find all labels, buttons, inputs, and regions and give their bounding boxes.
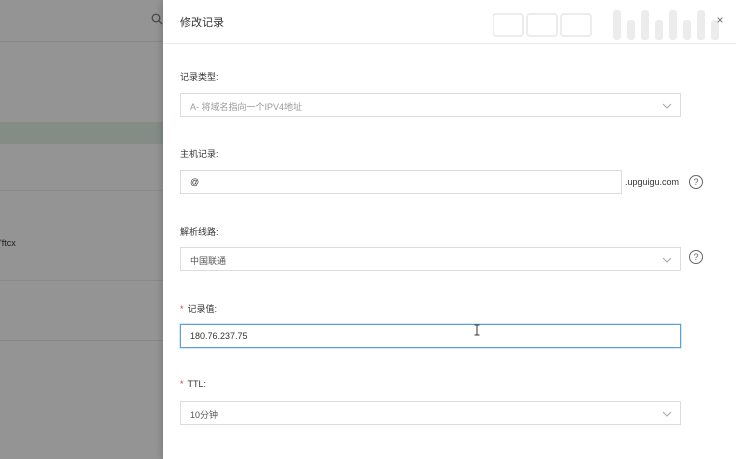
host-record-label: 主机记录:: [180, 149, 219, 159]
text-cursor-icon: [474, 324, 480, 336]
record-value-label-text: 记录值:: [187, 304, 218, 314]
ttl-select[interactable]: 10分钟: [180, 401, 681, 425]
host-help-icon[interactable]: ?: [689, 175, 703, 189]
edit-record-drawer: 修改记录 × 记录类型: A- 将域名指向一个IPV4地址 主机记录: @ .u…: [163, 0, 736, 459]
domain-suffix: .upguigu.com: [625, 177, 680, 187]
ttl-label-text: TTL:: [187, 379, 207, 389]
ttl-value: 10分钟: [190, 410, 219, 420]
close-button[interactable]: ×: [712, 12, 728, 28]
line-value: 中国联通: [190, 256, 227, 266]
host-record-input[interactable]: [180, 170, 622, 194]
record-type-select[interactable]: A- 将域名指向一个IPV4地址: [180, 93, 681, 117]
chevron-down-icon: [662, 411, 672, 417]
ttl-label: * TTL:: [180, 379, 206, 389]
drawer-title: 修改记录: [180, 17, 224, 29]
record-value-input[interactable]: [180, 324, 681, 348]
bilibili-watermark-logo: [493, 10, 719, 40]
record-value-label: * 记录值:: [180, 302, 217, 315]
chevron-down-icon: [662, 103, 672, 109]
drawer-header: 修改记录 ×: [163, 0, 736, 44]
line-label: 解析线路:: [180, 227, 219, 237]
record-type-value: A- 将域名指向一个IPV4地址: [190, 102, 303, 112]
line-select[interactable]: 中国联通: [180, 247, 681, 271]
required-mark: *: [180, 379, 184, 389]
modal-overlay[interactable]: [0, 0, 163, 459]
record-type-label: 记录类型:: [180, 72, 219, 82]
chevron-down-icon: [662, 257, 672, 263]
required-mark: *: [180, 304, 184, 314]
line-help-icon[interactable]: ?: [689, 250, 703, 264]
